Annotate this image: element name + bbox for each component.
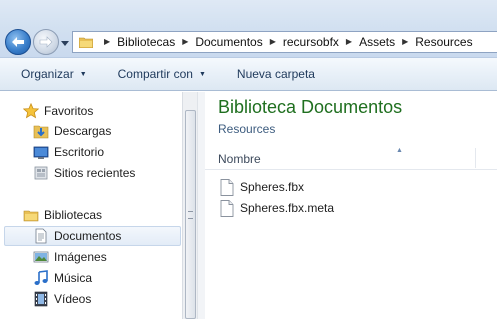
address-bar-area: ▶ Bibliotecas ▶ Documentos ▶ recursobfx …	[0, 0, 497, 58]
navigation-pane: Favoritos Descargas Escritorio Sitios re…	[0, 92, 183, 319]
chevron-down-icon: ▼	[79, 70, 87, 78]
breadcrumb-separator[interactable]: ▶	[104, 38, 110, 46]
organize-label: Organizar	[21, 67, 74, 81]
breadcrumb-assets[interactable]: Assets	[359, 35, 395, 49]
file-icon	[220, 178, 234, 196]
pictures-icon	[33, 249, 49, 265]
file-list-pane: Biblioteca Documentos Resources Nombre ▲…	[205, 92, 497, 319]
breadcrumb-bibliotecas[interactable]: Bibliotecas	[117, 35, 175, 49]
share-with-button[interactable]: Compartir con ▼	[118, 67, 206, 81]
breadcrumb-separator[interactable]: ▶	[346, 38, 352, 46]
organize-button[interactable]: Organizar ▼	[21, 67, 87, 81]
nav-item-label: Imágenes	[54, 250, 107, 264]
breadcrumb-documentos[interactable]: Documentos	[195, 35, 262, 49]
breadcrumb-separator[interactable]: ▶	[270, 38, 276, 46]
file-icon	[220, 199, 234, 217]
nav-item-label: Documentos	[54, 229, 122, 243]
scrollbar-grip	[188, 211, 193, 219]
nav-item-favorites[interactable]: Favoritos	[23, 101, 203, 121]
breadcrumb-resources[interactable]: Resources	[415, 35, 472, 49]
forward-button[interactable]	[33, 29, 59, 55]
library-location-link[interactable]: Resources	[218, 122, 275, 136]
list-item[interactable]: Spheres.fbx.meta	[220, 199, 334, 217]
column-divider[interactable]	[475, 148, 476, 168]
command-toolbar: Organizar ▼ Compartir con ▼ Nueva carpet…	[0, 58, 497, 91]
new-folder-label: Nueva carpeta	[236, 67, 315, 81]
library-title: Biblioteca Documentos	[218, 97, 403, 117]
file-name: Spheres.fbx.meta	[240, 201, 335, 215]
nav-item-documents[interactable]: Documentos	[4, 226, 181, 246]
share-with-label: Compartir con	[117, 67, 193, 81]
forward-arrow-icon	[39, 36, 53, 48]
breadcrumb-recursobfx[interactable]: recursobfx	[283, 35, 339, 49]
scrollbar-thumb[interactable]	[185, 110, 196, 319]
column-header-row: Nombre ▲	[205, 145, 497, 170]
recent-places-icon	[33, 165, 49, 181]
recent-pages-dropdown[interactable]	[60, 39, 70, 47]
chevron-down-icon	[61, 40, 69, 46]
downloads-folder-icon	[33, 123, 49, 139]
documents-icon	[33, 228, 49, 244]
back-button[interactable]	[5, 29, 31, 55]
list-item[interactable]: Spheres.fbx	[220, 178, 304, 196]
back-arrow-icon	[12, 37, 24, 47]
music-icon	[33, 270, 49, 286]
breadcrumb[interactable]: ▶ Bibliotecas ▶ Documentos ▶ recursobfx …	[72, 31, 497, 53]
sort-ascending-icon: ▲	[396, 147, 403, 154]
breadcrumb-separator[interactable]: ▶	[182, 38, 188, 46]
nav-item-label: Sitios recientes	[54, 166, 136, 180]
new-folder-button[interactable]: Nueva carpeta	[237, 67, 315, 81]
star-icon	[23, 103, 39, 119]
navigation-pane-scrollbar[interactable]	[182, 92, 197, 319]
videos-icon	[33, 291, 49, 307]
folder-icon	[79, 37, 93, 48]
nav-item-libraries[interactable]: Bibliotecas	[23, 205, 203, 225]
nav-item-label: Escritorio	[54, 145, 105, 159]
desktop-icon	[33, 144, 49, 160]
libraries-icon	[23, 207, 39, 223]
nav-item-label: Descargas	[54, 124, 112, 138]
nav-item-label: Vídeos	[54, 292, 92, 306]
pane-splitter[interactable]	[197, 92, 205, 319]
nav-item-label: Bibliotecas	[44, 208, 103, 222]
file-name: Spheres.fbx	[240, 180, 305, 194]
nav-item-label: Música	[54, 271, 93, 285]
breadcrumb-separator[interactable]: ▶	[402, 38, 408, 46]
chevron-down-icon: ▼	[198, 70, 206, 78]
column-header-name[interactable]: Nombre	[218, 152, 261, 166]
nav-item-label: Favoritos	[44, 104, 94, 118]
